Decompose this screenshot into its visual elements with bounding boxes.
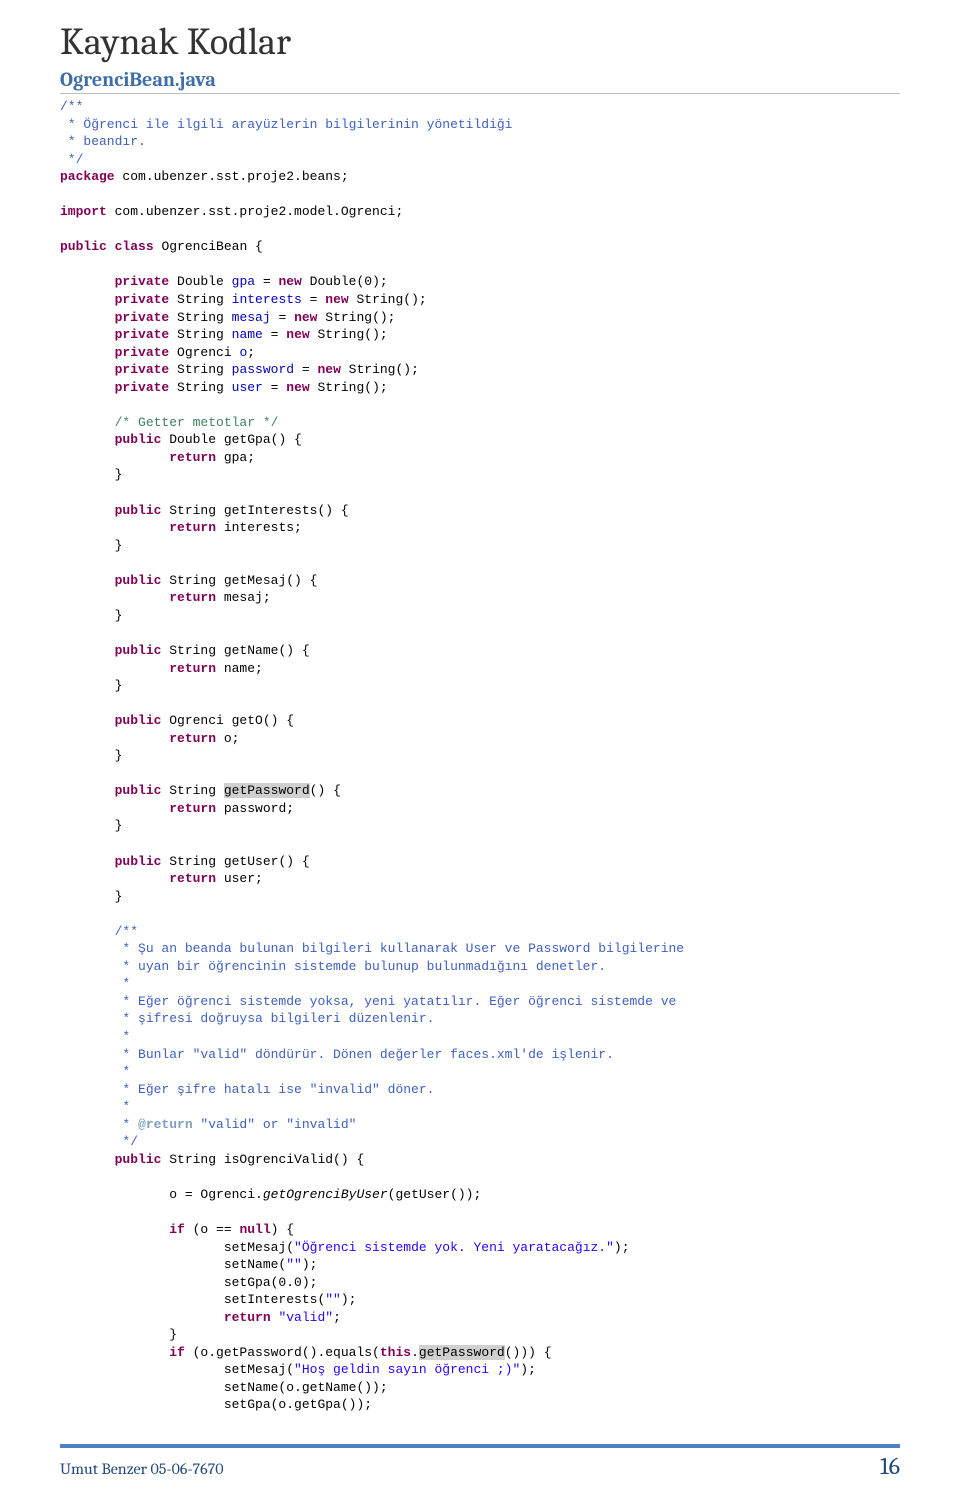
footer: Umut Benzer 05-06-7670 16: [60, 1444, 900, 1480]
page-title: Kaynak Kodlar: [60, 20, 900, 64]
footer-author: Umut Benzer 05-06-7670: [60, 1460, 224, 1478]
section-title: OgrenciBean.java: [60, 68, 900, 94]
code-block: /** * Öğrenci ile ilgili arayüzlerin bil…: [60, 98, 900, 1414]
page-number: 16: [880, 1452, 900, 1480]
